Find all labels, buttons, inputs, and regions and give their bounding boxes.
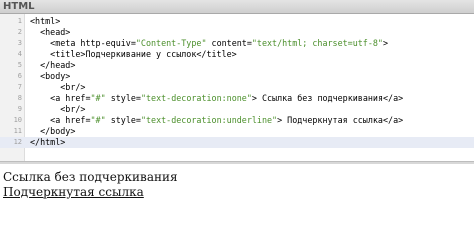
line-number: 7 <box>17 83 22 91</box>
code-line: 12 </html> <box>0 137 474 148</box>
code-line-text: <a href="#" style="text-decoration:under… <box>30 115 403 126</box>
code-token: <a href= <box>30 93 91 103</box>
line-number: 10 <box>13 116 22 124</box>
code-token: content= <box>206 38 252 48</box>
line-number: 8 <box>17 94 22 102</box>
code-line-text: <a href="#" style="text-decoration:none"… <box>30 93 403 104</box>
code-token: <meta http-equiv= <box>30 38 136 48</box>
panel-title: HTML <box>3 1 35 12</box>
attribute-value: "text/html; charset=utf-8" <box>251 38 383 48</box>
code-line-text: <br/> <box>30 82 85 93</box>
code-token: <br/> <box>30 104 86 114</box>
code-line-text: <title>Подчеркивание у ссылок</title> <box>30 49 237 60</box>
code-line-text: </html> <box>30 137 65 148</box>
line-number: 1 <box>17 17 22 25</box>
attribute-value: "text-decoration:none" <box>140 93 252 103</box>
code-token: </body> <box>30 126 76 136</box>
code-line: 3 <meta http-equiv="Content-Type" conten… <box>0 38 474 49</box>
code-line: 9 <br/> <box>0 104 474 115</box>
line-number: 2 <box>17 28 22 36</box>
code-token: <body> <box>30 71 71 81</box>
line-number: 9 <box>17 105 22 113</box>
code-line: 1 <html> <box>0 16 474 27</box>
code-line-text: <meta http-equiv="Content-Type" content=… <box>30 38 388 49</box>
attribute-value: "Content-Type" <box>135 38 207 48</box>
code-token: style= <box>105 115 141 125</box>
code-line-text: </head> <box>30 60 75 71</box>
plain-link[interactable]: Ссылка без подчеркивания <box>3 170 178 185</box>
line-number: 6 <box>17 72 22 80</box>
code-token: <a href= <box>30 115 91 125</box>
code-line-text: </body> <box>30 126 75 137</box>
line-number: 5 <box>17 61 22 69</box>
code-token: > <box>382 38 389 48</box>
attribute-value: "text-decoration:underline" <box>140 115 278 125</box>
code-token: <head> <box>30 27 71 37</box>
panel-header: HTML <box>0 0 474 14</box>
code-token: </html> <box>30 137 66 147</box>
attribute-value: "#" <box>90 93 106 103</box>
code-line: 5 </head> <box>0 60 474 71</box>
code-line-text: <head> <box>30 27 70 38</box>
result-preview: Ссылка без подчеркивания Подчеркнутая сс… <box>0 164 474 222</box>
underlined-link[interactable]: Подчеркнутая ссылка <box>3 185 144 200</box>
code-line: 4 <title>Подчеркивание у ссылок</title> <box>0 49 474 60</box>
code-line: 11 </body> <box>0 126 474 137</box>
code-token: > Ссылка без подчеркивания</a> <box>251 93 404 103</box>
code-line: 2 <head> <box>0 27 474 38</box>
code-token: <html> <box>30 16 61 26</box>
code-token: </head> <box>30 60 76 70</box>
code-token: > Подчеркнутая ссылка</a> <box>277 115 404 125</box>
code-editor[interactable]: 1 <html> 2 <head> 3 <meta http-equiv="Conte… <box>0 14 474 161</box>
code-line-text: <html> <box>30 16 60 27</box>
code-token: <br/> <box>30 82 86 92</box>
code-line: 10 <a href="#" style="text-decoration:un… <box>0 115 474 126</box>
code-token: style= <box>105 93 141 103</box>
code-line: 6 <body> <box>0 71 474 82</box>
line-number: 3 <box>17 39 22 47</box>
code-token: <title>Подчеркивание у ссылок</title> <box>30 49 237 59</box>
line-number: 12 <box>13 138 22 146</box>
line-number: 11 <box>13 127 22 135</box>
attribute-value: "#" <box>90 115 106 125</box>
code-line: 7 <br/> <box>0 82 474 93</box>
code-line-text: <br/> <box>30 104 85 115</box>
code-line: 8 <a href="#" style="text-decoration:non… <box>0 93 474 104</box>
line-number: 4 <box>17 50 22 58</box>
code-line-text: <body> <box>30 71 70 82</box>
